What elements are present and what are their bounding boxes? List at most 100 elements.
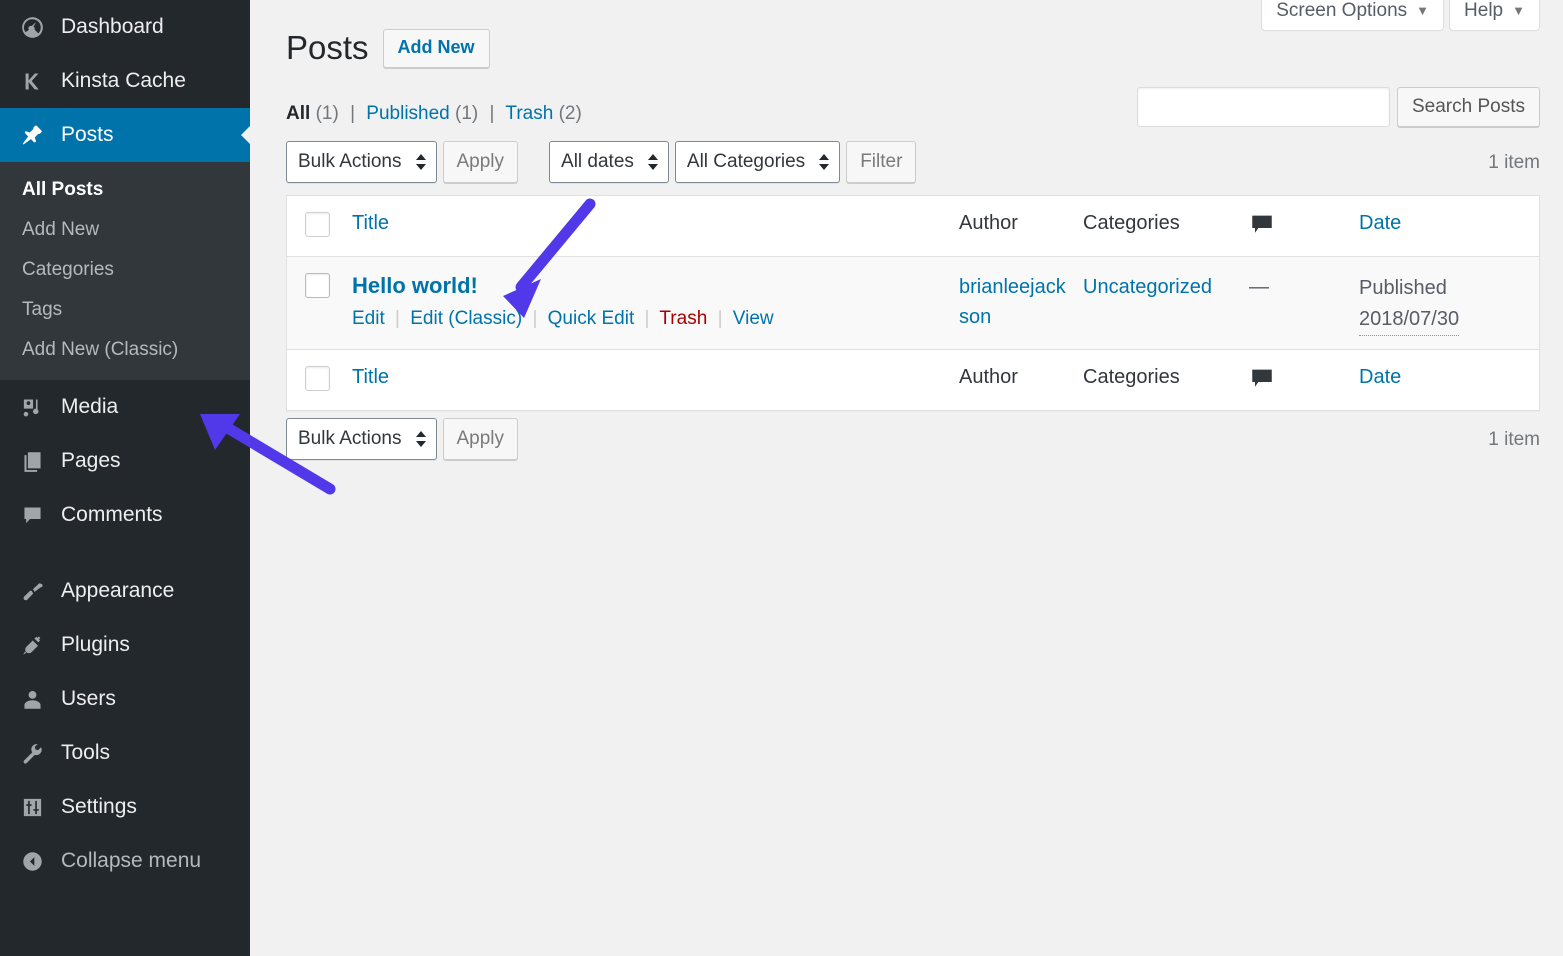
sidebar-item-label: Plugins: [54, 633, 130, 657]
sidebar-item-comments[interactable]: Comments: [0, 488, 250, 542]
chevron-down-icon: ▼: [1512, 4, 1525, 17]
post-status-views: All (1) | Published (1) | Trash (2): [286, 103, 582, 125]
sidebar-item-posts[interactable]: Posts: [0, 108, 250, 162]
author-link[interactable]: brianleejackson: [959, 276, 1066, 328]
sidebar-item-label: Media: [54, 395, 118, 419]
row-author-cell: brianleejackson: [959, 257, 1083, 345]
view-count-trash: (2): [559, 103, 582, 124]
categories-filter-selected-value: All Categories: [687, 151, 805, 173]
row-action-edit-classic[interactable]: Edit (Classic): [410, 308, 522, 329]
sidebar-item-collapse-menu[interactable]: Collapse menu: [0, 834, 250, 888]
submenu-item-all-posts[interactable]: All Posts: [0, 170, 250, 210]
help-button[interactable]: Help ▼: [1449, 0, 1540, 31]
chevron-down-icon: ▼: [1416, 4, 1429, 17]
bulk-actions-select-bottom[interactable]: Bulk Actions: [286, 418, 437, 460]
row-action-quick-edit[interactable]: Quick Edit: [548, 308, 635, 329]
screen-options-button[interactable]: Screen Options ▼: [1261, 0, 1444, 31]
sidebar-item-settings[interactable]: Settings: [0, 780, 250, 834]
filter-button[interactable]: Filter: [846, 141, 916, 183]
view-link-trash[interactable]: Trash: [505, 103, 553, 124]
dates-filter-select[interactable]: All dates: [549, 141, 669, 183]
apply-button-top[interactable]: Apply: [443, 141, 519, 183]
select-all-cell-bottom: [287, 350, 342, 407]
media-icon: [10, 396, 54, 419]
brush-icon: [10, 580, 54, 603]
sidebar-item-kinsta-cache[interactable]: Kinsta Cache: [0, 54, 250, 108]
column-footer-title: Title: [342, 350, 959, 402]
submenu-item-tags[interactable]: Tags: [0, 290, 250, 330]
submenu-item-add-new[interactable]: Add New: [0, 210, 250, 250]
comment-bubble-icon: [1249, 212, 1275, 238]
column-header-author: Author: [959, 196, 1083, 248]
sidebar-item-label: Pages: [54, 449, 121, 473]
sidebar-item-label: Comments: [54, 503, 163, 527]
sort-date-link-bottom[interactable]: Date: [1359, 366, 1401, 388]
column-footer-categories: Categories: [1083, 350, 1249, 402]
row-comments-cell: —: [1249, 257, 1359, 316]
plugin-icon: [10, 634, 54, 657]
posts-submenu: All Posts Add New Categories Tags Add Ne…: [0, 162, 250, 380]
menu-separator: [0, 542, 250, 564]
sidebar-item-media[interactable]: Media: [0, 380, 250, 434]
wrench-icon: [10, 742, 54, 765]
sidebar-item-dashboard[interactable]: Dashboard: [0, 0, 250, 54]
screen-options-label: Screen Options: [1276, 1, 1407, 20]
search-posts-button[interactable]: Search Posts: [1397, 87, 1540, 127]
comments-icon: [10, 504, 54, 527]
apply-button-bottom[interactable]: Apply: [443, 418, 519, 460]
sidebar-item-pages[interactable]: Pages: [0, 434, 250, 488]
add-new-button[interactable]: Add New: [383, 29, 490, 68]
view-link-published[interactable]: Published: [366, 103, 449, 124]
column-footer-author-label: Author: [959, 366, 1018, 388]
select-spinner-icon: [416, 431, 426, 447]
row-action-view[interactable]: View: [733, 308, 774, 329]
sidebar-item-label: Dashboard: [54, 15, 164, 39]
row-action-separator: |: [640, 308, 655, 329]
column-header-date: Date: [1359, 196, 1539, 248]
sidebar-item-users[interactable]: Users: [0, 672, 250, 726]
row-action-separator: |: [527, 308, 542, 329]
dates-filter-selected-value: All dates: [561, 151, 634, 173]
screen-meta-links: Screen Options ▼ Help ▼: [1261, 0, 1540, 31]
post-title-link[interactable]: Hello world!: [352, 273, 949, 299]
sort-date-link[interactable]: Date: [1359, 212, 1401, 234]
sidebar-item-label: Posts: [54, 123, 114, 147]
submenu-item-add-new-classic[interactable]: Add New (Classic): [0, 330, 250, 370]
select-all-checkbox-top[interactable]: [305, 212, 330, 237]
main-content-area: Screen Options ▼ Help ▼ Posts Add New Al…: [250, 0, 1563, 956]
sort-title-link-bottom[interactable]: Title: [352, 366, 389, 388]
categories-filter-select[interactable]: All Categories: [675, 141, 840, 183]
sidebar-item-label: Collapse menu: [54, 849, 201, 873]
row-action-trash[interactable]: Trash: [659, 308, 707, 329]
pin-icon: [10, 123, 54, 147]
sidebar-item-label: Kinsta Cache: [54, 69, 186, 93]
table-footer-row: Title Author Categories Date: [287, 349, 1539, 410]
sort-title-link[interactable]: Title: [352, 212, 389, 234]
view-divider: |: [344, 103, 361, 124]
posts-list-table: Title Author Categories Date: [286, 195, 1540, 411]
category-link[interactable]: Uncategorized: [1083, 276, 1212, 298]
row-title-cell: Hello world! Edit | Edit (Classic) | Qui…: [342, 257, 959, 343]
date-value-wrap: 2018/07/30: [1359, 304, 1529, 336]
select-all-checkbox-bottom[interactable]: [305, 366, 330, 391]
view-link-all[interactable]: All: [286, 103, 310, 124]
column-header-comments: [1249, 196, 1359, 256]
column-footer-categories-label: Categories: [1083, 366, 1180, 388]
sidebar-item-appearance[interactable]: Appearance: [0, 564, 250, 618]
view-count-all: (1): [316, 103, 339, 124]
pages-icon: [10, 450, 54, 473]
select-spinner-icon: [416, 154, 426, 170]
displaying-num-bottom: 1 item: [1488, 429, 1540, 451]
table-row: Hello world! Edit | Edit (Classic) | Qui…: [287, 257, 1539, 349]
row-action-edit[interactable]: Edit: [352, 308, 385, 329]
bulk-actions-select-top[interactable]: Bulk Actions: [286, 141, 437, 183]
submenu-item-categories[interactable]: Categories: [0, 250, 250, 290]
row-select-cell: [287, 257, 342, 314]
column-header-categories: Categories: [1083, 196, 1249, 248]
kinsta-k-icon: [10, 70, 54, 93]
sidebar-item-label: Appearance: [54, 579, 174, 603]
row-checkbox[interactable]: [305, 273, 330, 298]
search-input[interactable]: [1137, 87, 1390, 127]
sidebar-item-tools[interactable]: Tools: [0, 726, 250, 780]
sidebar-item-plugins[interactable]: Plugins: [0, 618, 250, 672]
